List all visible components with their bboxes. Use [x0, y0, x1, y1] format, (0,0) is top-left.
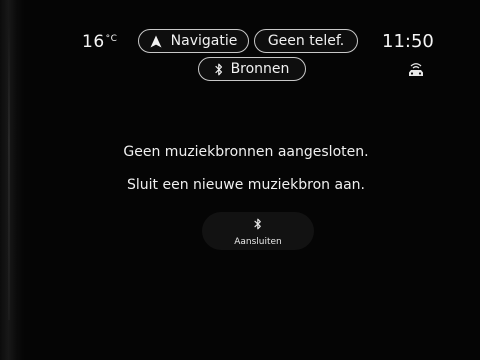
phone-button[interactable]: Geen telef.	[254, 29, 358, 53]
outside-temperature: 16°C	[82, 32, 117, 52]
bluetooth-icon	[214, 63, 223, 76]
wifi-car-icon[interactable]	[406, 61, 426, 77]
navigation-arrow-icon	[150, 35, 162, 48]
temperature-value: 16	[82, 32, 105, 52]
sources-button[interactable]: Bronnen	[198, 57, 306, 81]
display-area: 16°C Navigatie Geen telef. 11:50 Bronnen	[24, 0, 480, 360]
phone-label: Geen telef.	[267, 33, 345, 49]
sources-label: Bronnen	[230, 61, 290, 77]
connect-label: Aansluiten	[234, 237, 282, 247]
bluetooth-icon	[254, 215, 262, 234]
connect-button[interactable]: Aansluiten	[202, 212, 314, 250]
connect-instruction: Sluit een nieuwe muziekbron aan.	[127, 177, 365, 193]
temperature-unit: °C	[105, 34, 118, 44]
navigation-button[interactable]: Navigatie	[138, 29, 249, 53]
infotainment-screen: 16°C Navigatie Geen telef. 11:50 Bronnen	[0, 0, 480, 360]
navigation-label: Navigatie	[170, 33, 238, 49]
no-sources-message: Geen muziekbronnen aangesloten.	[123, 144, 369, 160]
clock: 11:50	[382, 31, 434, 52]
